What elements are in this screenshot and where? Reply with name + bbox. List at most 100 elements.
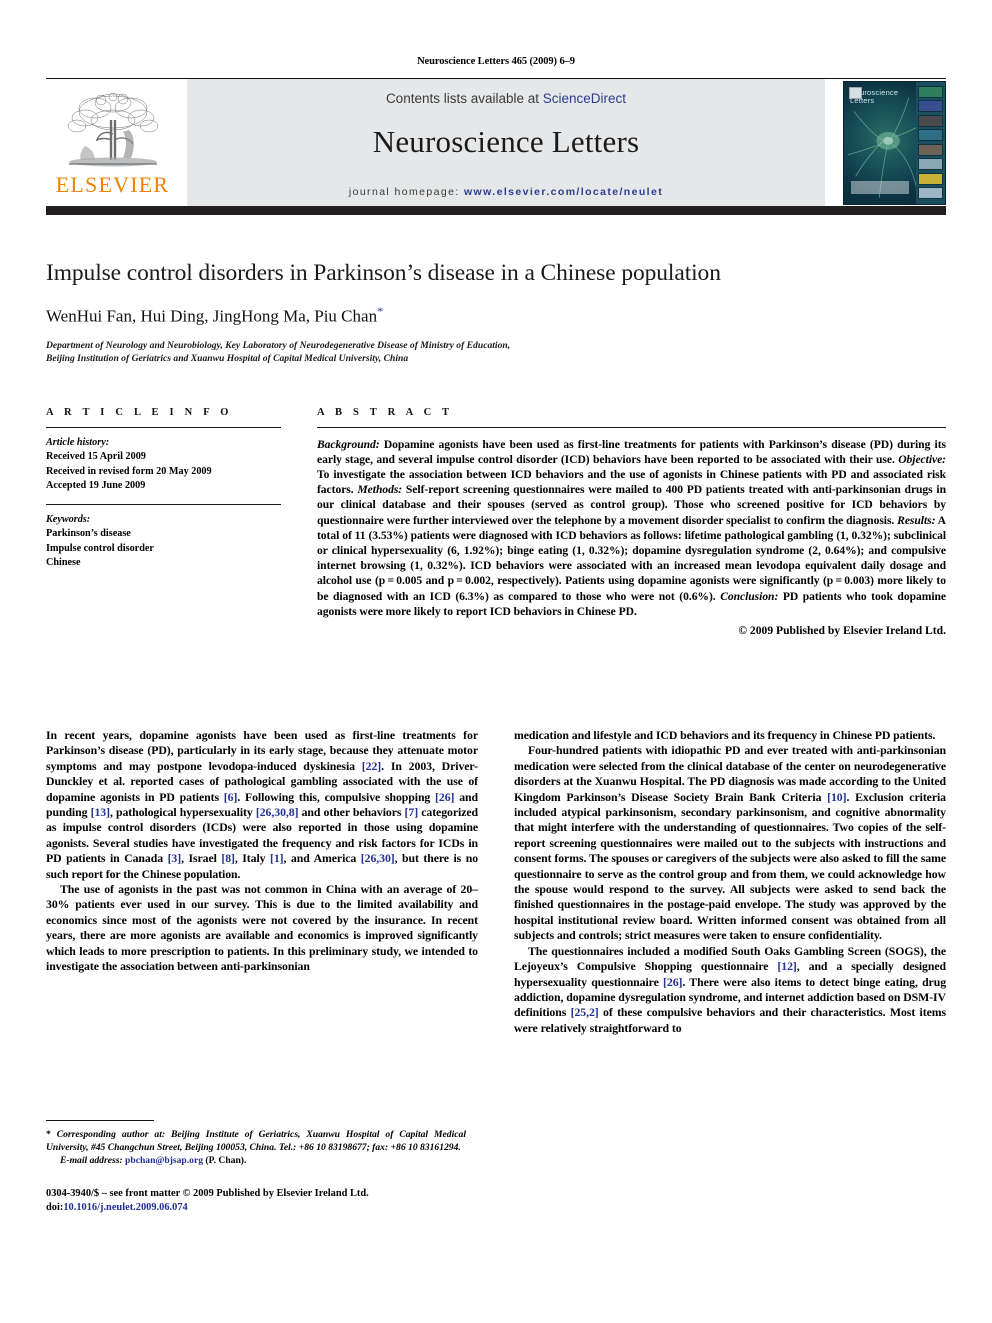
cover-footer-band xyxy=(851,180,909,194)
abstract-column: A B S T R A C T Background: Dopamine ago… xyxy=(317,407,946,637)
body-text: and other behaviors xyxy=(298,805,405,820)
history-accepted: Accepted 19 June 2009 xyxy=(46,480,146,492)
article-history-group: Article history: Received 15 April 2009 … xyxy=(46,428,281,504)
cover-journal-title: Neuroscience Letters xyxy=(850,88,912,106)
info-abstract-section: A R T I C L E I N F O Article history: R… xyxy=(46,407,946,637)
body-text: , Italy xyxy=(234,851,270,866)
corresponding-author-marker: * xyxy=(377,304,384,318)
doi-line: doi:10.1016/j.neulet.2009.06.074 xyxy=(46,1201,466,1215)
contents-prefix: Contents lists available at xyxy=(385,91,543,106)
keyword-item: Parkinson’s disease xyxy=(46,528,131,540)
body-paragraph: Four-hundred patients with idiopathic PD… xyxy=(514,743,946,943)
body-text: , Israel xyxy=(181,851,222,866)
abstract-copyright: © 2009 Published by Elsevier Ireland Ltd… xyxy=(738,624,946,638)
cover-strip-cell xyxy=(918,114,943,127)
body-text: medication and lifestyle and ICD behavio… xyxy=(514,728,936,742)
history-received: Received 15 April 2009 xyxy=(46,451,146,463)
keyword-item: Impulse control disorder xyxy=(46,542,154,554)
publisher-logo: ELSEVIER xyxy=(46,79,179,206)
abstract-results-label: Results: xyxy=(897,513,936,527)
elsevier-wordmark: ELSEVIER xyxy=(55,171,170,197)
masthead-center-panel: Contents lists available at ScienceDirec… xyxy=(187,79,825,206)
abstract-conclusion-label: Conclusion: xyxy=(720,589,779,603)
corresponding-author-text: Corresponding author at: Beijing Institu… xyxy=(46,1129,466,1153)
citation-reference[interactable]: [7] xyxy=(405,805,419,819)
abstract-background-label: Background: xyxy=(317,437,380,451)
journal-cover-container: Neuroscience Letters xyxy=(833,79,946,206)
journal-title: Neuroscience Letters xyxy=(372,124,640,159)
citation-reference[interactable]: [26] xyxy=(663,975,682,989)
cover-strip-cell xyxy=(918,172,943,185)
keywords-group: Keywords: Parkinson’s disease Impulse co… xyxy=(46,505,281,581)
running-head: Neuroscience Letters 465 (2009) 6–9 xyxy=(417,56,575,67)
body-paragraph: The use of agonists in the past was not … xyxy=(46,882,478,974)
doi-label: doi: xyxy=(46,1202,64,1213)
citation-reference[interactable]: [22] xyxy=(362,759,381,773)
citation-reference[interactable]: [1] xyxy=(270,851,284,865)
body-column-left: In recent years, dopamine agonists have … xyxy=(46,728,478,1036)
email-label: E-mail address: xyxy=(60,1155,123,1166)
cover-strip-cell xyxy=(918,158,943,171)
journal-masthead: ELSEVIER Contents lists available at Sci… xyxy=(46,78,946,206)
body-text: . Following this, compulsive shopping xyxy=(237,789,436,804)
abstract-objective-label: Objective: xyxy=(898,452,946,466)
author-list: WenHui Fan, Hui Ding, JingHong Ma, Piu C… xyxy=(46,304,946,327)
body-paragraph: In recent years, dopamine agonists have … xyxy=(46,728,478,882)
citation-reference[interactable]: [25,2] xyxy=(571,1005,599,1019)
affiliation-line-2: Beijing Institution of Geriatrics and Xu… xyxy=(46,353,409,365)
elsevier-tree-icon xyxy=(67,92,158,166)
journal-cover-thumbnail: Neuroscience Letters xyxy=(843,80,946,205)
journal-homepage-link[interactable]: www.elsevier.com/locate/neulet xyxy=(464,186,663,198)
citation-reference[interactable]: [6] xyxy=(224,790,238,804)
title-block: Impulse control disorders in Parkinson’s… xyxy=(46,215,946,366)
citation-reference[interactable]: [10] xyxy=(827,790,846,804)
paper-page: Neuroscience Letters 465 (2009) 6–9 ELSE… xyxy=(0,0,992,1323)
body-column-right: medication and lifestyle and ICD behavio… xyxy=(514,728,946,1036)
issn-line: 0304-3940/$ – see front matter © 2009 Pu… xyxy=(46,1188,369,1199)
page-title: Impulse control disorders in Parkinson’s… xyxy=(46,260,721,286)
footnote-star: * xyxy=(46,1129,51,1140)
email-footnote: E-mail address: pbchan@bjsap.org (P. Cha… xyxy=(46,1154,466,1167)
cover-image-strip xyxy=(916,81,945,204)
affiliation-block: Department of Neurology and Neurobiology… xyxy=(46,339,946,366)
abstract-methods-label: Methods: xyxy=(357,483,403,497)
abstract-text: Background: Dopamine agonists have been … xyxy=(317,428,946,619)
body-text: , and America xyxy=(283,851,361,866)
cover-strip-cell xyxy=(918,129,943,142)
citation-reference[interactable]: [12] xyxy=(777,959,796,973)
body-paragraph: The questionnaires included a modified S… xyxy=(514,944,946,1036)
email-owner: (P. Chan). xyxy=(205,1155,247,1166)
cover-title-line-2: Letters xyxy=(850,96,875,105)
body-text: . Exclusion criteria included atypical p… xyxy=(514,789,946,943)
email-link[interactable]: pbchan@bjsap.org xyxy=(125,1155,203,1166)
citation-reference[interactable]: [26] xyxy=(435,790,454,804)
sciencedirect-link[interactable]: ScienceDirect xyxy=(543,91,626,106)
abstract-methods-text: Self-report screening questionnaires wer… xyxy=(317,483,947,527)
corresponding-author-footnote: * Corresponding author at: Beijing Insti… xyxy=(46,1128,466,1154)
body-columns: In recent years, dopamine agonists have … xyxy=(46,728,946,1036)
article-info-column: A R T I C L E I N F O Article history: R… xyxy=(46,407,281,637)
cover-strip-cell xyxy=(918,143,943,156)
cover-strip-cell xyxy=(918,187,943,200)
body-text: , pathological hypersexuality xyxy=(109,805,256,820)
keyword-item: Chinese xyxy=(46,557,81,569)
doi-link[interactable]: 10.1016/j.neulet.2009.06.074 xyxy=(63,1202,187,1213)
abstract-background-text: Dopamine agonists have been used as firs… xyxy=(317,437,946,466)
abstract-heading: A B S T R A C T xyxy=(317,406,454,418)
footnote-rule xyxy=(46,1120,154,1121)
contents-available-line: Contents lists available at ScienceDirec… xyxy=(386,91,626,106)
citation-reference[interactable]: [13] xyxy=(91,805,110,819)
author-names: WenHui Fan, Hui Ding, JingHong Ma, Piu C… xyxy=(46,306,378,326)
citation-reference[interactable]: [26,30] xyxy=(361,851,395,865)
citation-reference[interactable]: [3] xyxy=(168,851,182,865)
cover-strip-cell xyxy=(918,100,943,113)
keywords-label: Keywords: xyxy=(46,513,91,525)
masthead-dark-rule xyxy=(46,206,946,215)
history-revised: Received in revised form 20 May 2009 xyxy=(46,465,212,477)
affiliation-line-1: Department of Neurology and Neurobiology… xyxy=(46,339,511,351)
cover-strip-cell xyxy=(918,85,943,98)
citation-reference[interactable]: [8] xyxy=(221,851,235,865)
article-info-heading: A R T I C L E I N F O xyxy=(46,406,233,418)
citation-reference[interactable]: [26,30,8] xyxy=(256,805,299,819)
footnote-area: * Corresponding author at: Beijing Insti… xyxy=(46,1120,466,1215)
